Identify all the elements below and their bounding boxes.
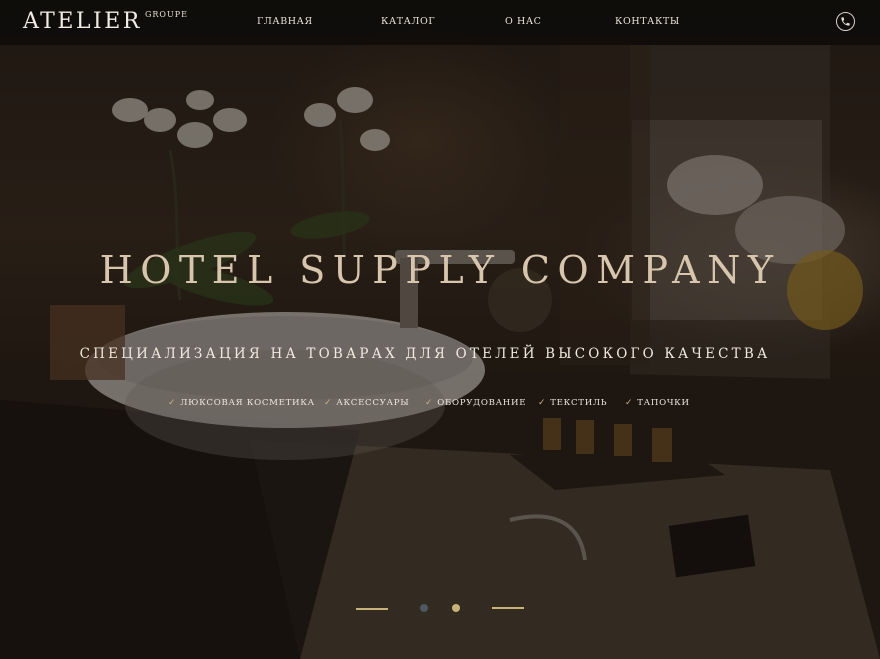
check-icon: ✓ <box>425 398 434 408</box>
slider-dot-2[interactable] <box>452 604 460 612</box>
hero-dark-overlay <box>0 0 880 659</box>
nav-catalog[interactable]: КАТАЛОГ <box>381 16 435 27</box>
check-icon: ✓ <box>324 398 333 408</box>
feature-label: ТАПОЧКИ <box>637 398 690 408</box>
feature-item: ✓ ОБОРУДОВАНИЕ <box>425 398 526 408</box>
slider-dot-1[interactable] <box>420 604 428 612</box>
check-icon: ✓ <box>538 398 547 408</box>
slider-prev-line[interactable] <box>356 608 388 610</box>
feature-item: ✓ ТАПОЧКИ <box>625 398 690 408</box>
phone-icon <box>841 17 850 26</box>
slider-next-line[interactable] <box>492 607 524 609</box>
nav-contacts[interactable]: КОНТАКТЫ <box>615 16 680 27</box>
nav-about[interactable]: О НАС <box>505 16 542 27</box>
feature-item: ✓ ЛЮКСОВАЯ КОСМЕТИКА <box>168 398 315 408</box>
hero-subline: СПЕЦИАЛИЗАЦИЯ НА ТОВАРАХ ДЛЯ ОТЕЛЕЙ ВЫСО… <box>79 346 771 362</box>
check-icon: ✓ <box>168 398 177 408</box>
logo-superscript: GROUPE <box>145 10 188 19</box>
feature-label: ТЕКСТИЛЬ <box>550 398 608 408</box>
feature-label: ОБОРУДОВАНИЕ <box>437 398 527 408</box>
feature-item: ✓ ТЕКСТИЛЬ <box>538 398 607 408</box>
hero-headline: HOTEL SUPPLY COMPANY <box>99 248 781 292</box>
site-header: ATELIER GROUPE ГЛАВНАЯ КАТАЛОГ О НАС КОН… <box>0 0 880 45</box>
feature-label: АКСЕССУАРЫ <box>336 398 410 408</box>
hero-background-image <box>0 0 880 659</box>
nav-home[interactable]: ГЛАВНАЯ <box>257 16 313 27</box>
check-icon: ✓ <box>625 398 634 408</box>
phone-button[interactable] <box>836 12 855 31</box>
feature-label: ЛЮКСОВАЯ КОСМЕТИКА <box>180 398 315 408</box>
logo[interactable]: ATELIER <box>23 9 142 34</box>
feature-item: ✓ АКСЕССУАРЫ <box>324 398 409 408</box>
